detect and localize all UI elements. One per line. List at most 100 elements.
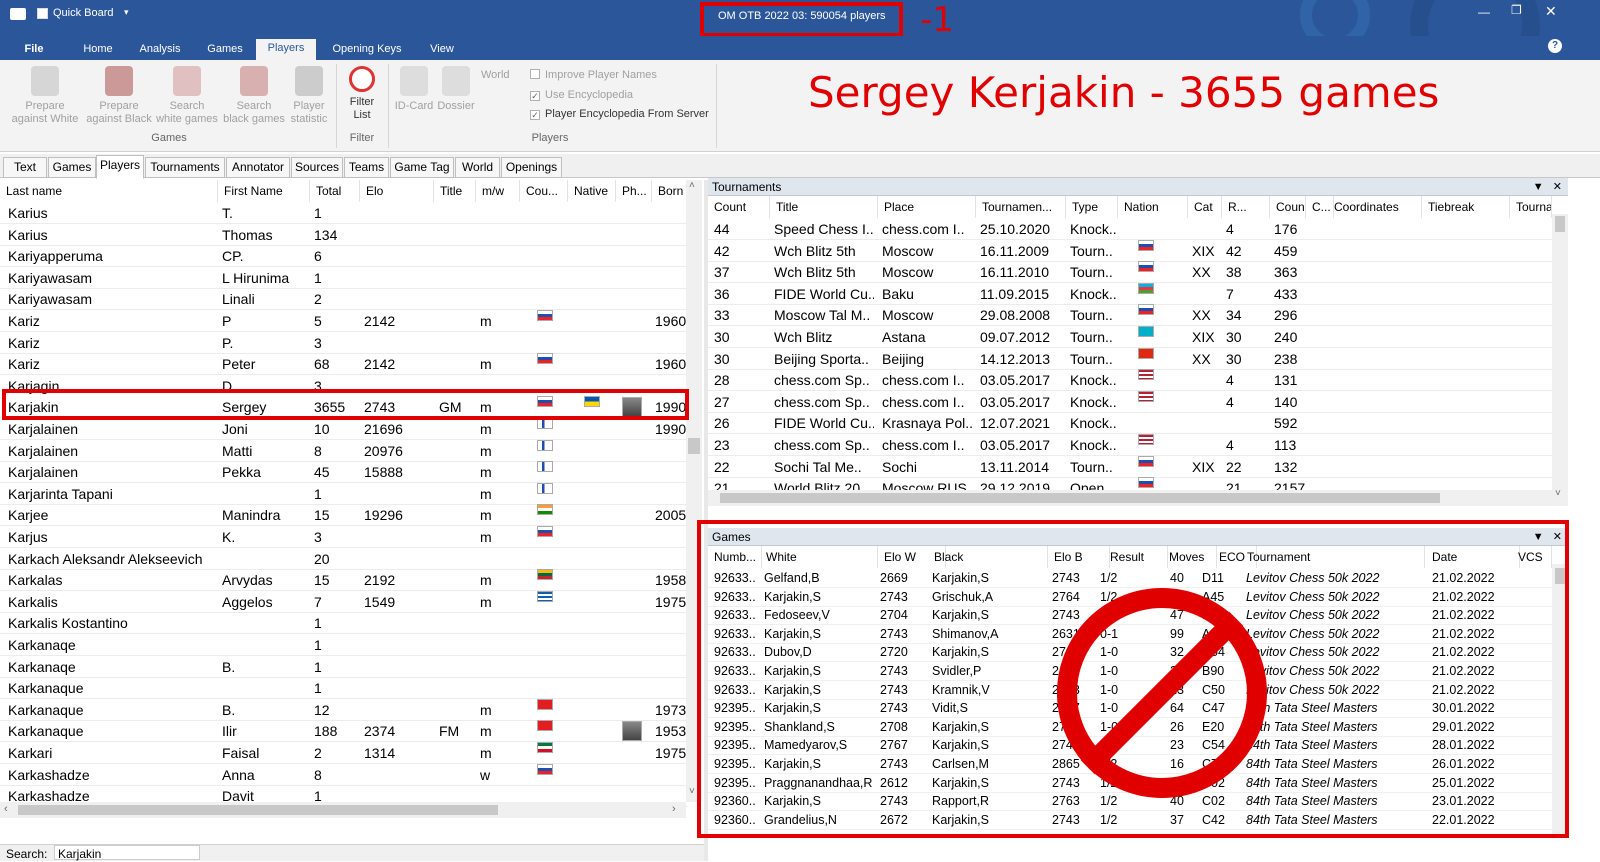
scroll-left-icon[interactable]: ‹ <box>4 803 8 815</box>
tournament-row[interactable]: 30 Wch Blitz Astana 09.07.2012 Tourn.. XIX 30 2… <box>708 326 1552 348</box>
tournaments-col-header[interactable]: Nation <box>1118 196 1188 218</box>
close-icon[interactable]: ✕ <box>1545 3 1557 20</box>
scrollbar-thumb[interactable] <box>688 438 700 454</box>
player-row[interactable]: Karius Thomas 134 <box>0 224 688 246</box>
tournaments-col-header[interactable]: R... <box>1222 196 1270 218</box>
world-button[interactable]: World <box>481 69 510 81</box>
dossier-button[interactable]: Dossier <box>434 66 478 113</box>
player-row[interactable]: Karjalainen Matti 8 20976 m <box>0 439 688 462</box>
player-row[interactable]: Karkalas Arvydas 15 2192 m 1958 <box>0 569 688 592</box>
scroll-right-icon[interactable]: › <box>672 803 676 815</box>
col-native[interactable]: Native <box>568 180 616 202</box>
search-white-games-button[interactable]: Search white games <box>154 66 220 126</box>
player-row[interactable]: Karkanaque B. 12 m 1973 <box>0 698 688 721</box>
search-black-games-button[interactable]: Search black games <box>221 66 287 126</box>
tournaments-scrollbar[interactable]: ˅ <box>1552 214 1568 506</box>
subtab-annotator[interactable]: Annotator <box>226 157 290 178</box>
tab-view[interactable]: View <box>420 40 464 60</box>
player-row[interactable]: Karkashadze Anna 8 w <box>0 763 688 786</box>
subtab-text[interactable]: Text <box>3 157 47 178</box>
hscroll-thumb[interactable] <box>18 805 498 815</box>
col-mw[interactable]: m/w <box>476 180 520 202</box>
col-total[interactable]: Total <box>310 180 360 202</box>
tournament-row[interactable]: 36 FIDE World Cu.. Baku 11.09.2015 Knock.. 7 4… <box>708 282 1552 305</box>
subtab-game-tag[interactable]: Game Tag <box>390 157 454 178</box>
filter-list-button[interactable]: Filter List <box>342 66 382 122</box>
tournaments-col-header[interactable]: Title <box>770 196 878 218</box>
player-row[interactable]: Karjarinta Tapani 1 m <box>0 482 688 505</box>
print-icon[interactable] <box>10 8 26 20</box>
subtab-teams[interactable]: Teams <box>344 157 389 178</box>
scrollbar-thumb[interactable] <box>1555 216 1565 232</box>
tournament-row[interactable]: 44 Speed Chess I.. chess.com I.. 25.10.2020… <box>708 218 1552 240</box>
quick-board-checkbox[interactable] <box>37 8 48 19</box>
horizontal-scrollbar[interactable]: ‹ › <box>0 802 686 818</box>
qat-dropdown-icon[interactable]: ▾ <box>124 7 129 18</box>
col-elo[interactable]: Elo <box>360 180 434 202</box>
use-encyclopedia-checkbox[interactable]: ✓ Use Encyclopedia <box>530 89 633 101</box>
tournaments-col-header[interactable]: Type <box>1066 196 1118 218</box>
tournament-row[interactable]: 22 Sochi Tal Me.. Sochi 13.11.2014 Tourn.. XI… <box>708 455 1552 478</box>
player-row[interactable]: Kariyawasam Linali 2 <box>0 288 688 311</box>
player-row[interactable]: Kariz Peter 68 2142 m 1960 <box>0 353 688 376</box>
col-country[interactable]: Cou... <box>520 180 568 202</box>
player-row[interactable]: Kariz P. 3 <box>0 332 688 354</box>
prepare-against-white-button[interactable]: Prepare against White <box>8 66 82 126</box>
player-row[interactable]: Karkach Aleksandr Alekseevich 20 <box>0 548 688 570</box>
tournament-row[interactable]: 30 Beijing Sporta.. Beijing 14.12.2013 Tourn… <box>708 347 1552 370</box>
improve-player-names-option[interactable]: Improve Player Names <box>530 69 657 81</box>
player-row[interactable]: Karjus K. 3 m <box>0 526 688 548</box>
subtab-games[interactable]: Games <box>48 157 96 178</box>
col-title[interactable]: Title <box>434 180 476 202</box>
col-photo[interactable]: Ph... <box>616 180 652 202</box>
tab-file[interactable]: File <box>14 40 54 60</box>
prepare-against-black-button[interactable]: Prepare against Black <box>84 66 154 126</box>
player-row[interactable]: Karjalainen Pekka 45 15888 m <box>0 461 688 484</box>
subtab-tournaments[interactable]: Tournaments <box>145 157 225 178</box>
player-row[interactable]: Karkalis Kostantino 1 <box>0 612 688 635</box>
tournaments-col-header[interactable]: Count <box>1270 196 1306 218</box>
player-row[interactable]: Karkalis Aggelos 7 1549 m 1975 <box>0 590 688 613</box>
tab-analysis[interactable]: Analysis <box>132 40 188 60</box>
tournaments-col-header[interactable]: Place <box>878 196 976 218</box>
player-statistic-button[interactable]: Player statistic <box>288 66 330 126</box>
tournaments-col-header[interactable]: Count <box>708 196 770 218</box>
tournament-row[interactable]: 33 Moscow Tal M.. Moscow 29.08.2008 Tourn.. X… <box>708 304 1552 327</box>
tab-games[interactable]: Games <box>200 40 250 60</box>
player-row[interactable]: Karjalainen Joni 10 21696 m 1990 <box>0 418 688 440</box>
panel-controls[interactable]: ▼ ✕ <box>1533 178 1562 196</box>
subtab-sources[interactable]: Sources <box>291 157 343 178</box>
player-row[interactable]: Karkari Faisal 2 1314 m 1975 <box>0 742 688 764</box>
player-row[interactable]: Karius T. 1 <box>0 202 688 224</box>
tournament-row[interactable]: 37 Wch Blitz 5th Moscow 16.11.2010 Tourn.. XX… <box>708 261 1552 284</box>
tournaments-col-header[interactable]: Coordinates <box>1328 196 1422 218</box>
player-row[interactable]: Karkanaqe 1 <box>0 634 688 656</box>
player-row[interactable]: Kariz P 5 2142 m 1960 <box>0 310 688 332</box>
player-row[interactable]: Karkanaque Ilir 188 2374 FM m 1953 <box>0 720 688 743</box>
tournament-row[interactable]: 23 chess.com Sp.. chess.com I.. 03.05.2017 K… <box>708 434 1552 456</box>
help-icon[interactable]: ? <box>1548 39 1562 53</box>
scroll-down-icon[interactable]: ˅ <box>1555 488 1561 499</box>
minimize-icon[interactable]: — <box>1478 5 1490 19</box>
tab-home[interactable]: Home <box>76 40 120 60</box>
scroll-up-icon[interactable]: ˄ <box>689 180 695 191</box>
col-first-name[interactable]: First Name <box>218 180 310 202</box>
col-born[interactable]: Born <box>652 180 688 202</box>
hscroll-thumb[interactable] <box>720 493 1440 503</box>
subtab-players[interactable]: Players <box>96 155 144 179</box>
tab-players[interactable]: Players <box>256 39 316 60</box>
id-card-button[interactable]: ID-Card <box>394 66 434 113</box>
subtab-openings[interactable]: Openings <box>501 157 562 178</box>
tournament-row[interactable]: 42 Wch Blitz 5th Moscow 16.11.2009 Tourn.. XI… <box>708 239 1552 262</box>
player-row[interactable]: Karkanaqe B. 1 <box>0 656 688 678</box>
player-row[interactable]: Kariyawasam L Hirunima 1 <box>0 267 688 289</box>
tournament-row[interactable]: 28 chess.com Sp.. chess.com I.. 03.05.2017 K… <box>708 369 1552 392</box>
player-row[interactable]: Karkanaque 1 <box>0 677 688 700</box>
encyclopedia-server-checkbox[interactable]: ✓ Player Encyclopedia From Server <box>530 108 709 120</box>
scroll-down-icon[interactable]: ˅ <box>689 786 695 797</box>
player-row[interactable]: Karjee Manindra 15 19296 m 2005 <box>0 504 688 527</box>
restore-icon[interactable]: ❐ <box>1511 3 1522 17</box>
tab-opening-keys[interactable]: Opening Keys <box>326 40 408 60</box>
player-row[interactable]: Kariyapperuma CP. 6 <box>0 245 688 268</box>
tournaments-hscrollbar[interactable] <box>708 490 1552 506</box>
